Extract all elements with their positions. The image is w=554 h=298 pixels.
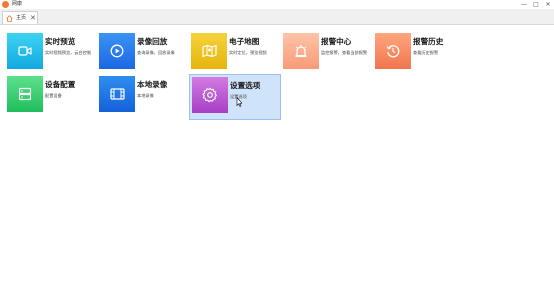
tile-subtitle: 实时视频预览，云台控制 (45, 50, 92, 55)
tile-subtitle: 配置设备 (45, 93, 62, 98)
tile-subtitle: 本地录像 (137, 93, 154, 98)
tile-live-preview[interactable]: 实时预览 实时视频预览，云台控制 (7, 33, 97, 77)
play-icon (110, 44, 124, 58)
tile-title: 设置选项 (230, 81, 261, 90)
tab-label: 主页 (16, 15, 27, 21)
tab-home[interactable]: 主页 ✕ (2, 11, 38, 24)
tile-title: 设备配置 (45, 80, 76, 89)
tile-icon-bg-map (191, 33, 227, 69)
tile-subtitle: 监控报警，查看当前报警 (321, 50, 368, 55)
close-window-button[interactable]: ✕ (542, 0, 554, 9)
tile-title: 电子地图 (229, 37, 260, 46)
tile-title: 本地录像 (137, 80, 168, 89)
tile-alarm-history[interactable]: 报警历史 查看历史报警 (375, 33, 465, 77)
tile-icon-bg-alarm (283, 33, 319, 69)
film-icon (109, 88, 125, 100)
home-icon (6, 15, 13, 22)
tile-icon-bg-playback (99, 33, 135, 69)
tile-icon-bg-settings (192, 77, 228, 113)
tile-playback[interactable]: 录像回放 查询录像，回放录像 (99, 33, 189, 77)
tile-local-recording[interactable]: 本地录像 本地录像 (99, 76, 189, 120)
tile-subtitle: 查询录像，回放录像 (137, 50, 175, 55)
tile-icon-bg-local (99, 76, 135, 112)
history-icon (386, 45, 400, 58)
tile-subtitle: 实时定位，预览视频 (229, 50, 267, 55)
tile-settings[interactable]: 设置选项 设置选项 (189, 74, 281, 120)
tile-device-config[interactable]: 设备配置 配置设备 (7, 76, 97, 120)
home-panel: 实时预览 实时视频预览，云台控制 录像回放 查询录像，回放录像 电子地图 实时定… (0, 25, 554, 298)
title-bar: 网康 — □ ✕ (0, 0, 554, 9)
tile-icon-bg-history (375, 33, 411, 69)
maximize-button[interactable]: □ (530, 0, 542, 9)
tile-title: 报警中心 (321, 37, 352, 46)
minimize-button[interactable]: — (518, 0, 530, 9)
tab-strip (0, 9, 554, 25)
tile-title: 报警历史 (413, 37, 444, 46)
app-logo-icon (2, 1, 9, 8)
mouse-cursor-icon (236, 97, 242, 107)
app-title: 网康 (12, 1, 23, 7)
alarm-icon (295, 45, 307, 57)
tile-icon-bg-live (7, 33, 43, 69)
map-icon (201, 44, 217, 58)
gear-icon (202, 87, 217, 103)
tile-alarm-center[interactable]: 报警中心 监控报警，查看当前报警 (283, 33, 373, 77)
camera-icon (18, 46, 32, 56)
tile-subtitle: 查看历史报警 (413, 50, 439, 55)
tile-title: 录像回放 (137, 37, 168, 46)
tab-close-button[interactable]: ✕ (30, 12, 36, 24)
device-icon (18, 87, 32, 101)
tile-title: 实时预览 (45, 37, 76, 46)
tile-e-map[interactable]: 电子地图 实时定位，预览视频 (191, 33, 281, 77)
tile-icon-bg-device (7, 76, 43, 112)
